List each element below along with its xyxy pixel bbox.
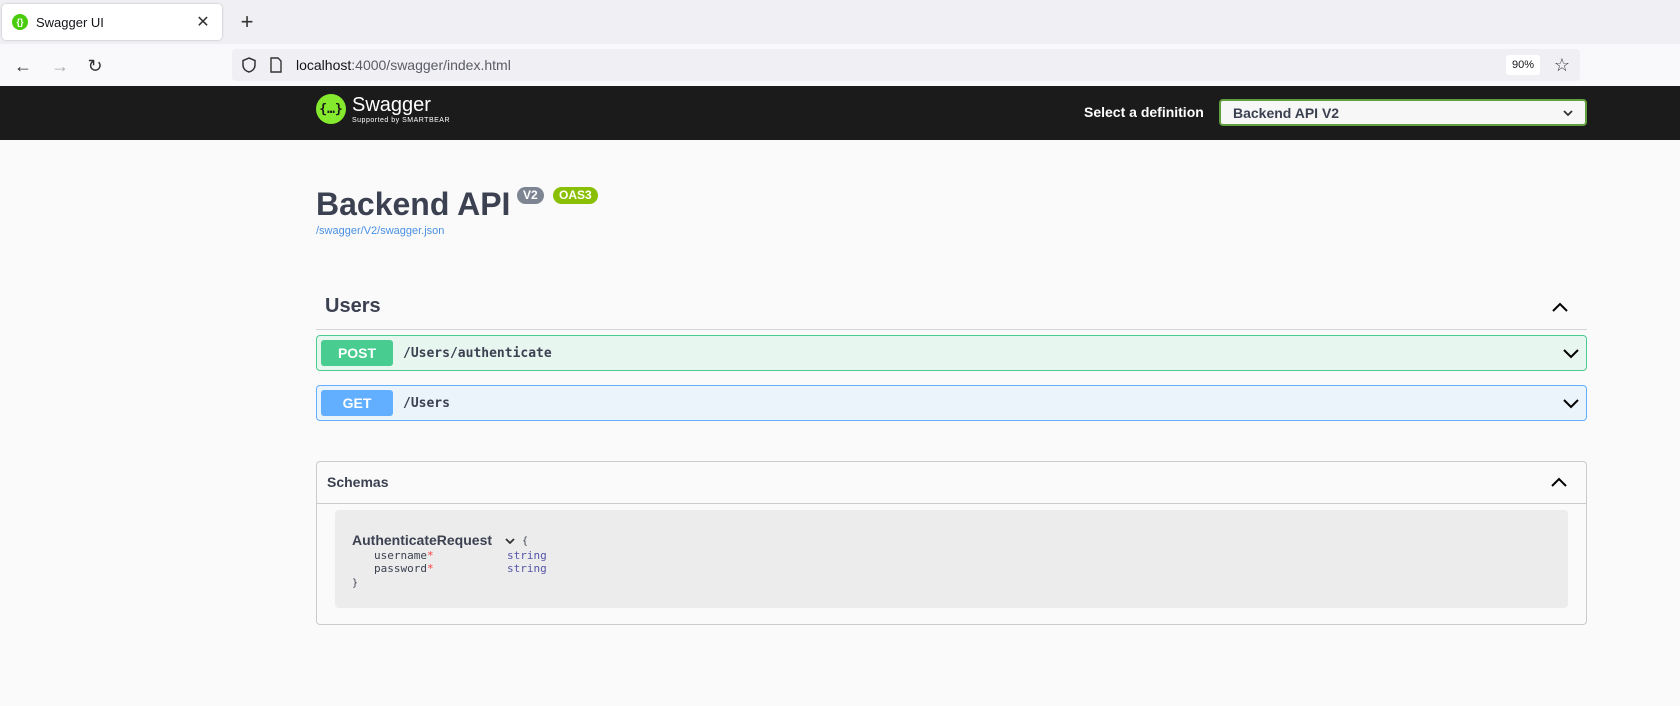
- schemas-title: Schemas: [327, 474, 389, 490]
- bookmark-star-icon[interactable]: ☆: [1554, 55, 1570, 75]
- chevron-up-icon[interactable]: [1551, 300, 1569, 314]
- model-brace-open: {: [522, 536, 529, 547]
- logo-subtitle: Supported by SMARTBEAR: [352, 117, 451, 124]
- method-badge-get: GET: [321, 390, 393, 416]
- operation-path: /Users: [403, 395, 450, 411]
- chevron-down-icon[interactable]: [1562, 345, 1580, 361]
- chevron-up-icon[interactable]: [1550, 475, 1568, 489]
- tab-close-icon[interactable]: ✕: [194, 12, 212, 32]
- swagger-topbar: {…} Swagger Supported by SMARTBEAR Selec…: [0, 86, 1680, 140]
- new-tab-plus-icon[interactable]: +: [234, 9, 260, 35]
- back-arrow-icon[interactable]: ←: [10, 53, 36, 79]
- swagger-favicon-icon: {}: [12, 14, 28, 30]
- oas-badge: OAS3: [553, 187, 598, 204]
- property-type: string: [507, 562, 547, 575]
- swagger-logo[interactable]: {…} Swagger Supported by SMARTBEAR: [316, 94, 450, 124]
- url-bar[interactable]: localhost:4000/swagger/index.html 90% ☆: [232, 49, 1580, 81]
- tag-header-users[interactable]: Users: [316, 290, 1587, 330]
- required-mark: *: [426, 549, 434, 562]
- model-brace-close: }: [352, 578, 359, 589]
- model-authenticate-request: AuthenticateRequest { username* string p…: [335, 510, 1568, 608]
- zoom-level-badge[interactable]: 90%: [1505, 55, 1540, 75]
- schemas-header[interactable]: Schemas: [317, 462, 1586, 504]
- chevron-down-icon[interactable]: [1562, 395, 1580, 411]
- forward-arrow-icon[interactable]: →: [47, 53, 73, 79]
- operation-post-users-authenticate[interactable]: POST /Users/authenticate: [316, 335, 1587, 371]
- tag-title: Users: [325, 295, 381, 317]
- browser-tabstrip: {} Swagger UI ✕ +: [0, 0, 1680, 44]
- chevron-down-icon: [1563, 109, 1573, 116]
- method-badge-post: POST: [321, 340, 393, 366]
- reload-icon[interactable]: ↻: [82, 53, 108, 79]
- browser-navbar: ← → ↻ localhost:4000/swagger/index.html …: [0, 44, 1680, 86]
- property-type: string: [507, 549, 547, 562]
- logo-name: Swagger: [352, 94, 431, 116]
- shield-icon[interactable]: [240, 56, 258, 74]
- operation-get-users[interactable]: GET /Users: [316, 385, 1587, 421]
- property-name: password*: [374, 562, 434, 575]
- model-name[interactable]: AuthenticateRequest: [352, 532, 492, 548]
- version-badge: V2: [517, 187, 544, 204]
- url-text[interactable]: localhost:4000/swagger/index.html: [296, 57, 511, 73]
- definition-select[interactable]: Backend API V2: [1219, 99, 1587, 126]
- page-info-icon[interactable]: [268, 56, 284, 74]
- api-title: Backend API: [316, 186, 511, 222]
- swagger-logo-icon: {…}: [316, 94, 346, 124]
- definition-selected-value: Backend API V2: [1233, 104, 1340, 121]
- definition-label: Select a definition: [1084, 104, 1204, 120]
- operation-path: /Users/authenticate: [403, 345, 552, 361]
- chevron-down-icon[interactable]: [505, 537, 515, 545]
- schemas-section: Schemas AuthenticateRequest { username* …: [316, 461, 1587, 625]
- tab-title: Swagger UI: [36, 14, 104, 30]
- browser-tab-active[interactable]: {} Swagger UI ✕: [2, 4, 222, 40]
- spec-url-link[interactable]: /swagger/V2/swagger.json: [316, 225, 444, 237]
- property-name: username*: [374, 549, 434, 562]
- required-mark: *: [426, 562, 434, 575]
